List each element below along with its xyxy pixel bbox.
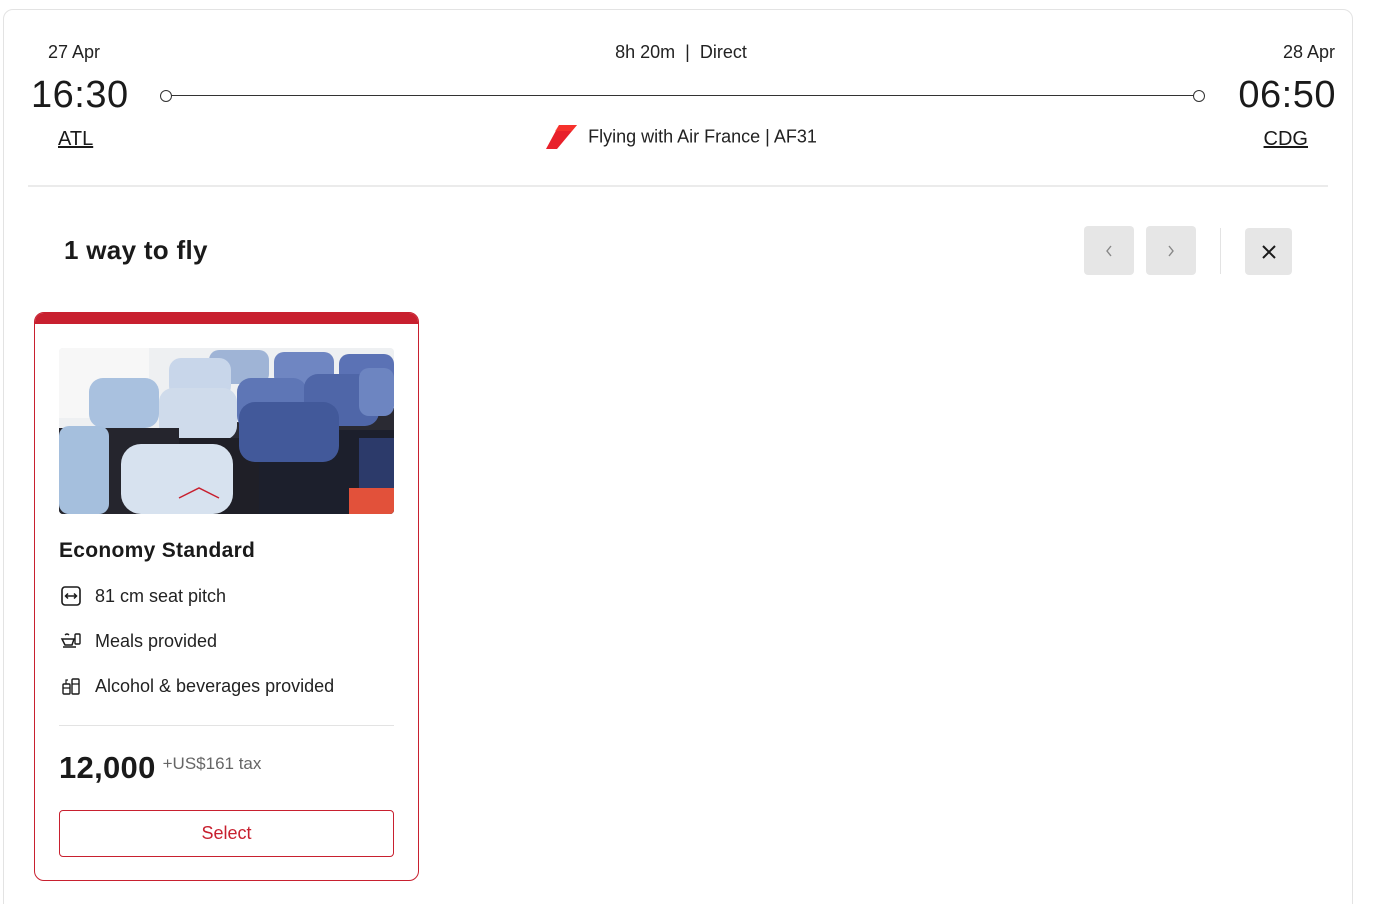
feature-label: Meals provided	[95, 630, 218, 651]
close-button[interactable]	[1245, 228, 1292, 275]
route-line-stroke	[168, 95, 1197, 96]
arrival-date: 28 Apr	[1282, 42, 1335, 62]
destination-dot-icon	[1193, 90, 1205, 102]
chevron-left-icon	[1106, 245, 1112, 256]
stops-text: Direct	[699, 42, 747, 62]
card-divider	[59, 725, 394, 726]
price-tax: +US$161 tax	[162, 754, 262, 773]
carrier-text: Flying with Air France | AF31	[588, 126, 817, 147]
arrival-airport-link[interactable]: CDG	[1264, 128, 1308, 151]
meal-icon	[59, 629, 83, 653]
air-france-logo-icon	[545, 124, 579, 150]
duration-separator: |	[685, 42, 690, 62]
arrival-time: 06:50	[1238, 74, 1336, 116]
carrier-info: Flying with Air France | AF31	[0, 124, 1362, 150]
fare-card-economy-standard: Economy Standard 81 cm seat pitch Meals …	[34, 312, 419, 881]
cabin-seats-image	[59, 348, 394, 514]
select-fare-button[interactable]: Select	[59, 810, 394, 857]
feature-meals: Meals provided	[59, 629, 217, 653]
options-title: 1 way to fly	[64, 235, 208, 265]
departure-time: 16:30	[31, 74, 129, 116]
previous-button[interactable]	[1084, 226, 1134, 275]
fare-price: 12,000 +US$161 tax	[59, 750, 261, 786]
section-divider	[28, 185, 1328, 187]
chevron-right-icon	[1168, 245, 1174, 256]
feature-beverages: Alcohol & beverages provided	[59, 674, 334, 698]
feature-seat-pitch: 81 cm seat pitch	[59, 584, 226, 608]
card-accent-bar	[35, 313, 418, 324]
route-line	[160, 90, 1205, 102]
feature-label: Alcohol & beverages provided	[95, 675, 335, 696]
next-button[interactable]	[1146, 226, 1196, 275]
beverage-icon	[59, 674, 83, 698]
seat-pitch-icon	[59, 584, 83, 608]
origin-dot-icon	[160, 90, 172, 102]
cabin-name: Economy Standard	[59, 539, 256, 562]
flight-duration-summary: 8h 20m | Direct	[0, 42, 1362, 63]
duration-text: 8h 20m	[615, 42, 676, 62]
nav-separator	[1220, 228, 1221, 274]
close-icon	[1261, 244, 1276, 259]
price-miles: 12,000	[59, 750, 156, 785]
feature-label: 81 cm seat pitch	[95, 585, 227, 606]
